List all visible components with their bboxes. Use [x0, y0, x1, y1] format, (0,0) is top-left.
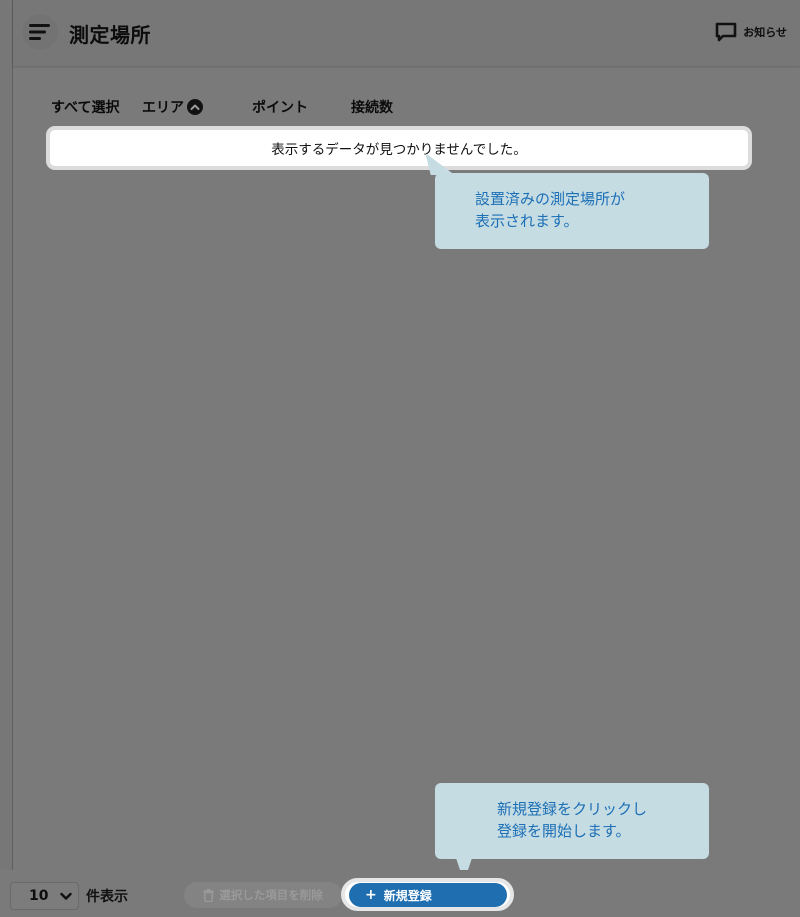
column-area-label: エリア — [142, 100, 184, 116]
delete-selected-button[interactable]: 選択した項目を削除 — [184, 882, 342, 908]
sort-up-icon[interactable] — [187, 99, 203, 115]
new-registration-label: 新規登録 — [383, 888, 432, 903]
notice-button[interactable]: お知らせ — [715, 20, 787, 44]
left-edge — [0, 0, 13, 917]
callout-new-line-2: 登録を開始します。 — [497, 822, 631, 840]
plus-icon: + — [365, 887, 377, 903]
callout-list-hint: 設置済みの測定場所が 表示されます。 — [435, 173, 709, 249]
callout-new-hint: 新規登録をクリックし 登録を開始します。 — [435, 783, 709, 859]
callout-new-line-1: 新規登録をクリックし — [497, 800, 648, 818]
column-connections[interactable]: 接続数 — [351, 97, 393, 117]
per-page-select[interactable]: 10 — [10, 882, 79, 910]
menu-button[interactable] — [22, 14, 58, 50]
new-registration-button[interactable]: + 新規登録 — [349, 883, 507, 907]
menu-icon — [29, 24, 50, 40]
chevron-down-icon — [60, 892, 72, 900]
notice-label: お知らせ — [743, 26, 787, 39]
page-title: 測定場所 — [69, 23, 151, 47]
column-area[interactable]: エリア — [142, 97, 203, 117]
app-header: 測定場所 お知らせ — [13, 0, 800, 66]
callout-list-line-2: 表示されます。 — [475, 212, 579, 230]
per-page-label: 件表示 — [86, 889, 128, 905]
empty-state-message: 表示するデータが見つかりませんでした。 — [46, 126, 752, 170]
table-header: すべて選択 エリア ポイント 接続数 — [51, 94, 751, 118]
delete-selected-label: 選択した項目を削除 — [219, 888, 323, 902]
trash-icon — [203, 888, 214, 902]
callout-list-line-1: 設置済みの測定場所が — [475, 190, 626, 208]
column-select-all[interactable]: すべて選択 — [51, 97, 119, 117]
chat-bubble-icon — [715, 22, 737, 42]
footer-bar: 10 件表示 選択した項目を削除 + 新規登録 — [0, 870, 800, 917]
per-page-value: 10 — [29, 888, 49, 904]
column-point[interactable]: ポイント — [252, 97, 308, 117]
